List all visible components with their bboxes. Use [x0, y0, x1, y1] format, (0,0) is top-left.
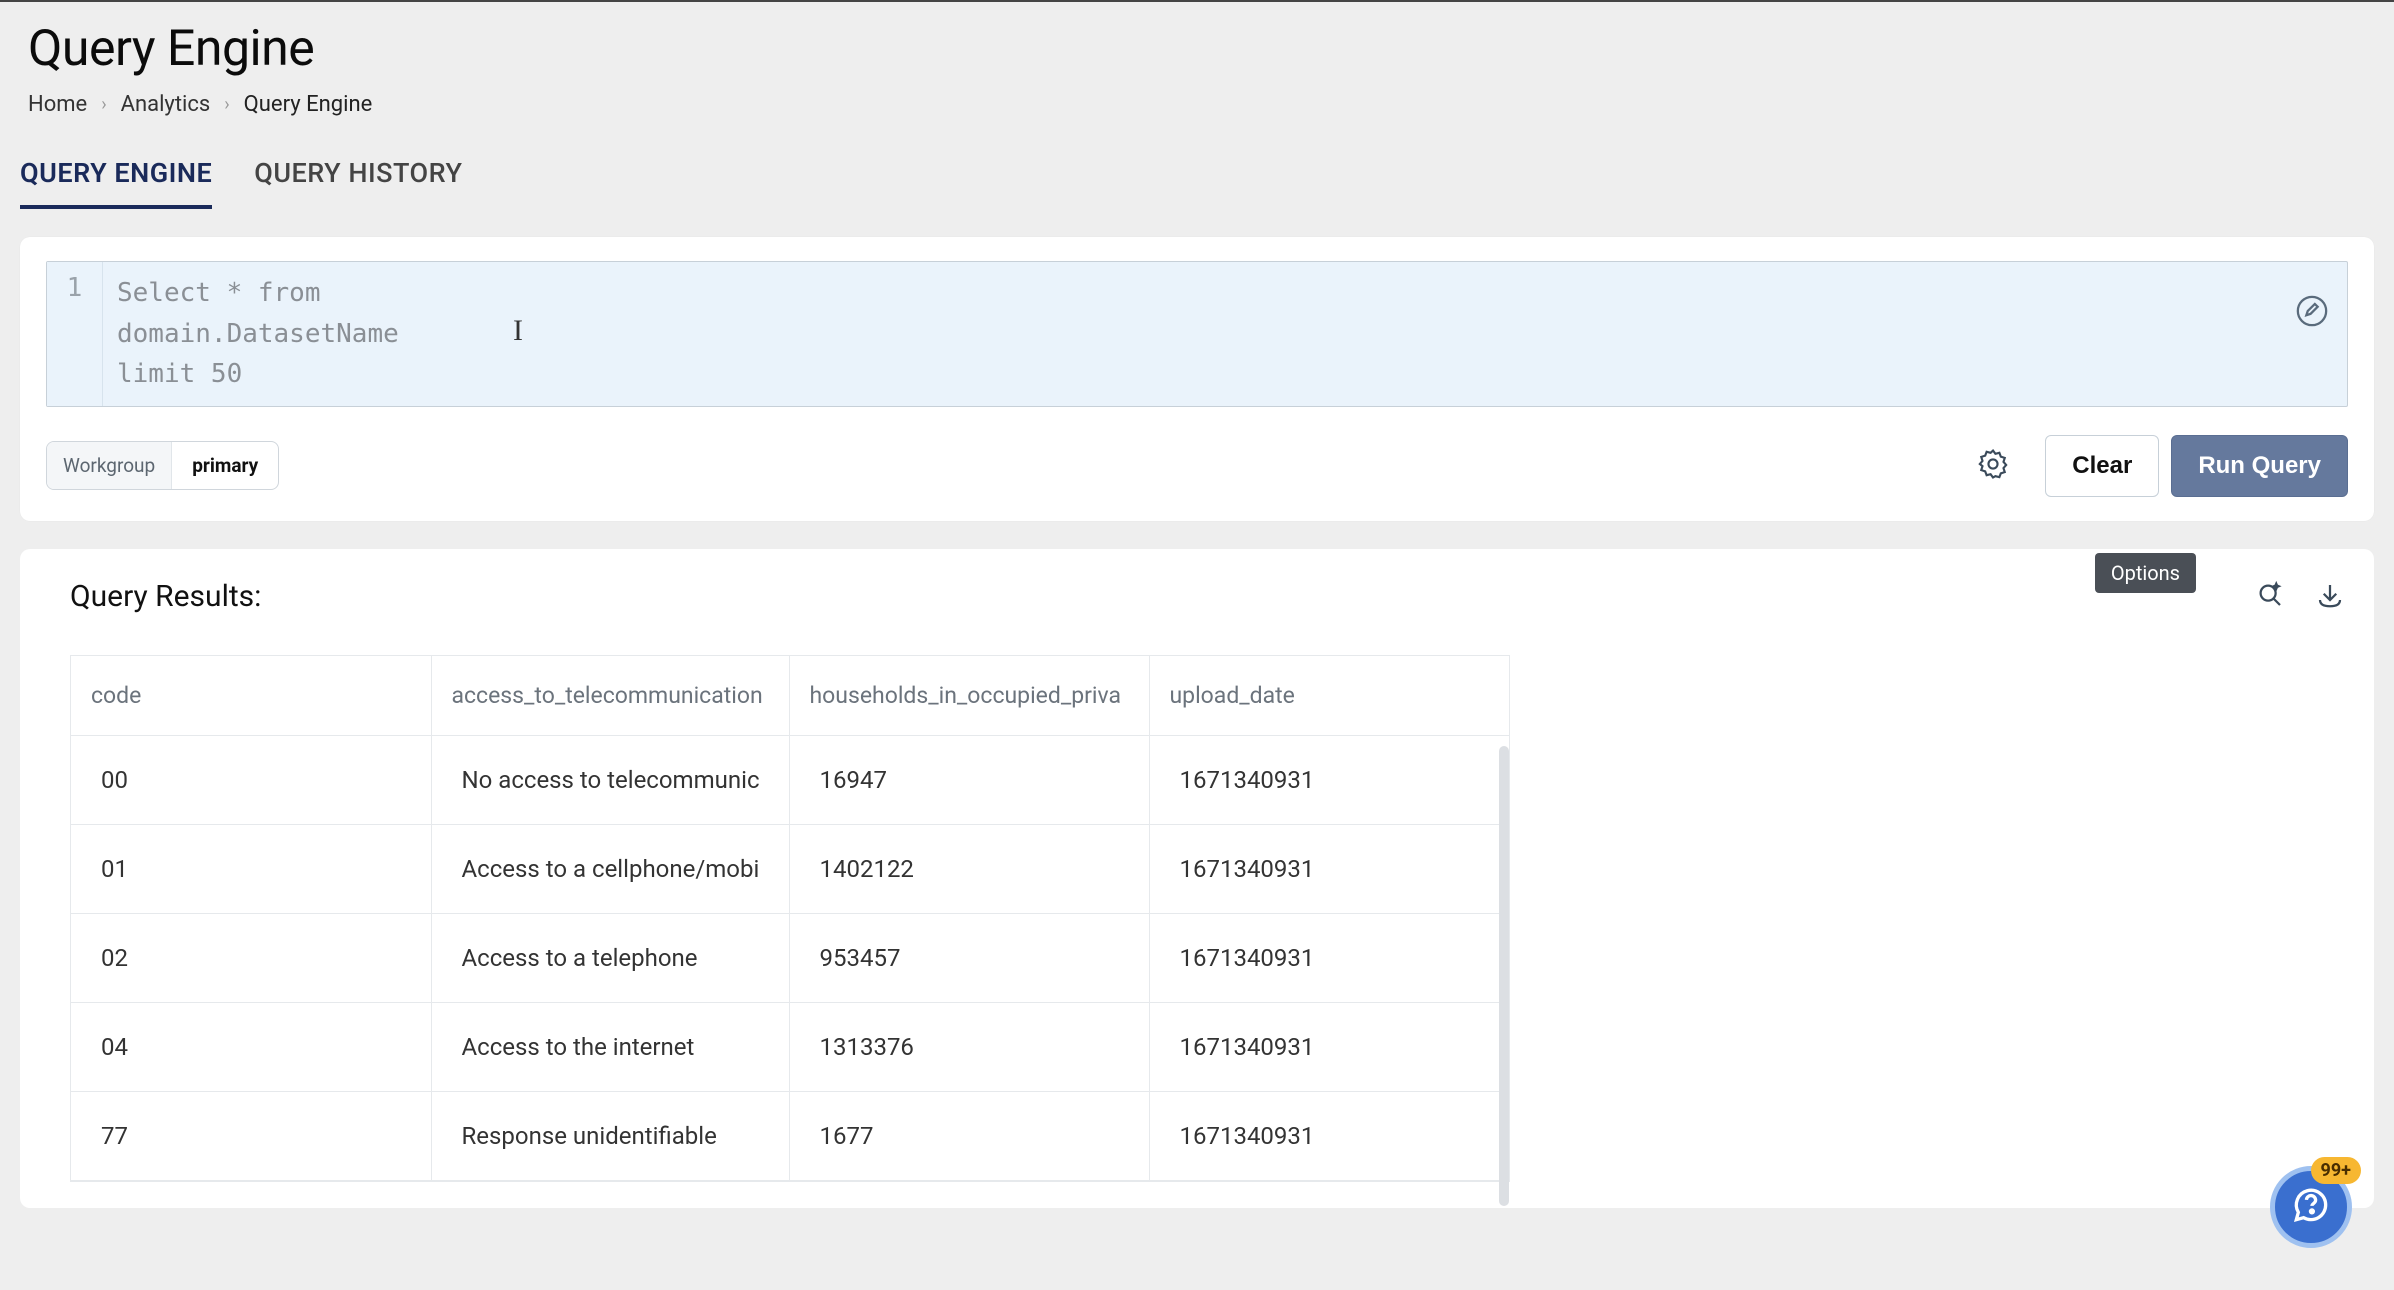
download-icon	[2315, 580, 2345, 614]
column-header[interactable]: code	[71, 656, 431, 736]
cell-access: Access to a cellphone/mobi	[431, 824, 789, 913]
table-header-row: code access_to_telecommunication househo…	[71, 656, 1509, 736]
workgroup-chip[interactable]: Workgroup primary	[46, 441, 279, 490]
cell-upload: 1671340931	[1149, 735, 1509, 824]
options-button[interactable]	[2252, 579, 2288, 615]
chevron-right-icon: ›	[101, 94, 106, 115]
support-chat-button[interactable]: 99+	[2270, 1166, 2352, 1248]
cell-code: 02	[71, 913, 431, 1002]
results-panel: Options Query Results:	[20, 549, 2374, 1208]
sql-editor[interactable]: 1 Select * from domain.DatasetName limit…	[46, 261, 2348, 407]
cell-access: No access to telecommunic	[431, 735, 789, 824]
table-row[interactable]: 04 Access to the internet 1313376 167134…	[71, 1002, 1509, 1091]
breadcrumb-current: Query Engine	[244, 92, 373, 117]
breadcrumb: Home › Analytics › Query Engine	[28, 92, 2366, 117]
chat-help-icon	[2289, 1183, 2333, 1231]
tab-bar: QUERY ENGINE QUERY HISTORY	[0, 129, 2394, 209]
column-header[interactable]: upload_date	[1149, 656, 1509, 736]
column-header[interactable]: households_in_occupied_priva	[789, 656, 1149, 736]
cell-households: 953457	[789, 913, 1149, 1002]
cell-upload: 1671340931	[1149, 913, 1509, 1002]
download-button[interactable]	[2312, 579, 2348, 615]
breadcrumb-home[interactable]: Home	[28, 92, 87, 117]
cell-upload: 1671340931	[1149, 1091, 1509, 1180]
cell-households: 1677	[789, 1091, 1149, 1180]
cell-code: 77	[71, 1091, 431, 1180]
page-title: Query Engine	[28, 20, 2366, 78]
cell-households: 1402122	[789, 824, 1149, 913]
tab-query-history[interactable]: QUERY HISTORY	[254, 157, 462, 209]
table-scrollbar[interactable]	[1499, 746, 1509, 1206]
table-row[interactable]: 01 Access to a cellphone/mobi 1402122 16…	[71, 824, 1509, 913]
workgroup-value: primary	[172, 442, 278, 489]
cell-households: 1313376	[789, 1002, 1149, 1091]
cell-households: 16947	[789, 735, 1149, 824]
cell-upload: 1671340931	[1149, 824, 1509, 913]
options-tooltip: Options	[2095, 553, 2196, 593]
run-query-button[interactable]: Run Query	[2171, 435, 2348, 497]
search-sparkle-icon	[2255, 580, 2285, 614]
line-gutter: 1	[47, 262, 103, 406]
results-table[interactable]: code access_to_telecommunication househo…	[70, 655, 1510, 1182]
query-toolbar: Workgroup primary Clear Run Query	[46, 435, 2348, 497]
cell-access: Access to the internet	[431, 1002, 789, 1091]
cell-code: 00	[71, 735, 431, 824]
query-panel: 1 Select * from domain.DatasetName limit…	[20, 237, 2374, 521]
edit-icon[interactable]	[2295, 294, 2329, 335]
clear-button[interactable]: Clear	[2045, 435, 2159, 497]
table-row[interactable]: 77 Response unidentifiable 1677 16713409…	[71, 1091, 1509, 1180]
text-cursor-icon: I	[513, 314, 523, 348]
workgroup-label: Workgroup	[47, 442, 172, 489]
table-row[interactable]: 02 Access to a telephone 953457 16713409…	[71, 913, 1509, 1002]
cell-upload: 1671340931	[1149, 1002, 1509, 1091]
settings-button[interactable]	[1971, 444, 2015, 488]
sql-code[interactable]: Select * from domain.DatasetName limit 5…	[103, 262, 2347, 406]
column-header[interactable]: access_to_telecommunication	[431, 656, 789, 736]
table-row[interactable]: 00 No access to telecommunic 16947 16713…	[71, 735, 1509, 824]
support-badge: 99+	[2311, 1157, 2361, 1184]
results-title: Query Results:	[70, 579, 261, 614]
cell-access: Response unidentifiable	[431, 1091, 789, 1180]
tab-query-engine[interactable]: QUERY ENGINE	[20, 157, 212, 209]
chevron-right-icon: ›	[224, 94, 229, 115]
cell-code: 01	[71, 824, 431, 913]
breadcrumb-analytics[interactable]: Analytics	[121, 92, 211, 117]
cell-code: 04	[71, 1002, 431, 1091]
gear-icon	[1976, 447, 2010, 485]
cell-access: Access to a telephone	[431, 913, 789, 1002]
